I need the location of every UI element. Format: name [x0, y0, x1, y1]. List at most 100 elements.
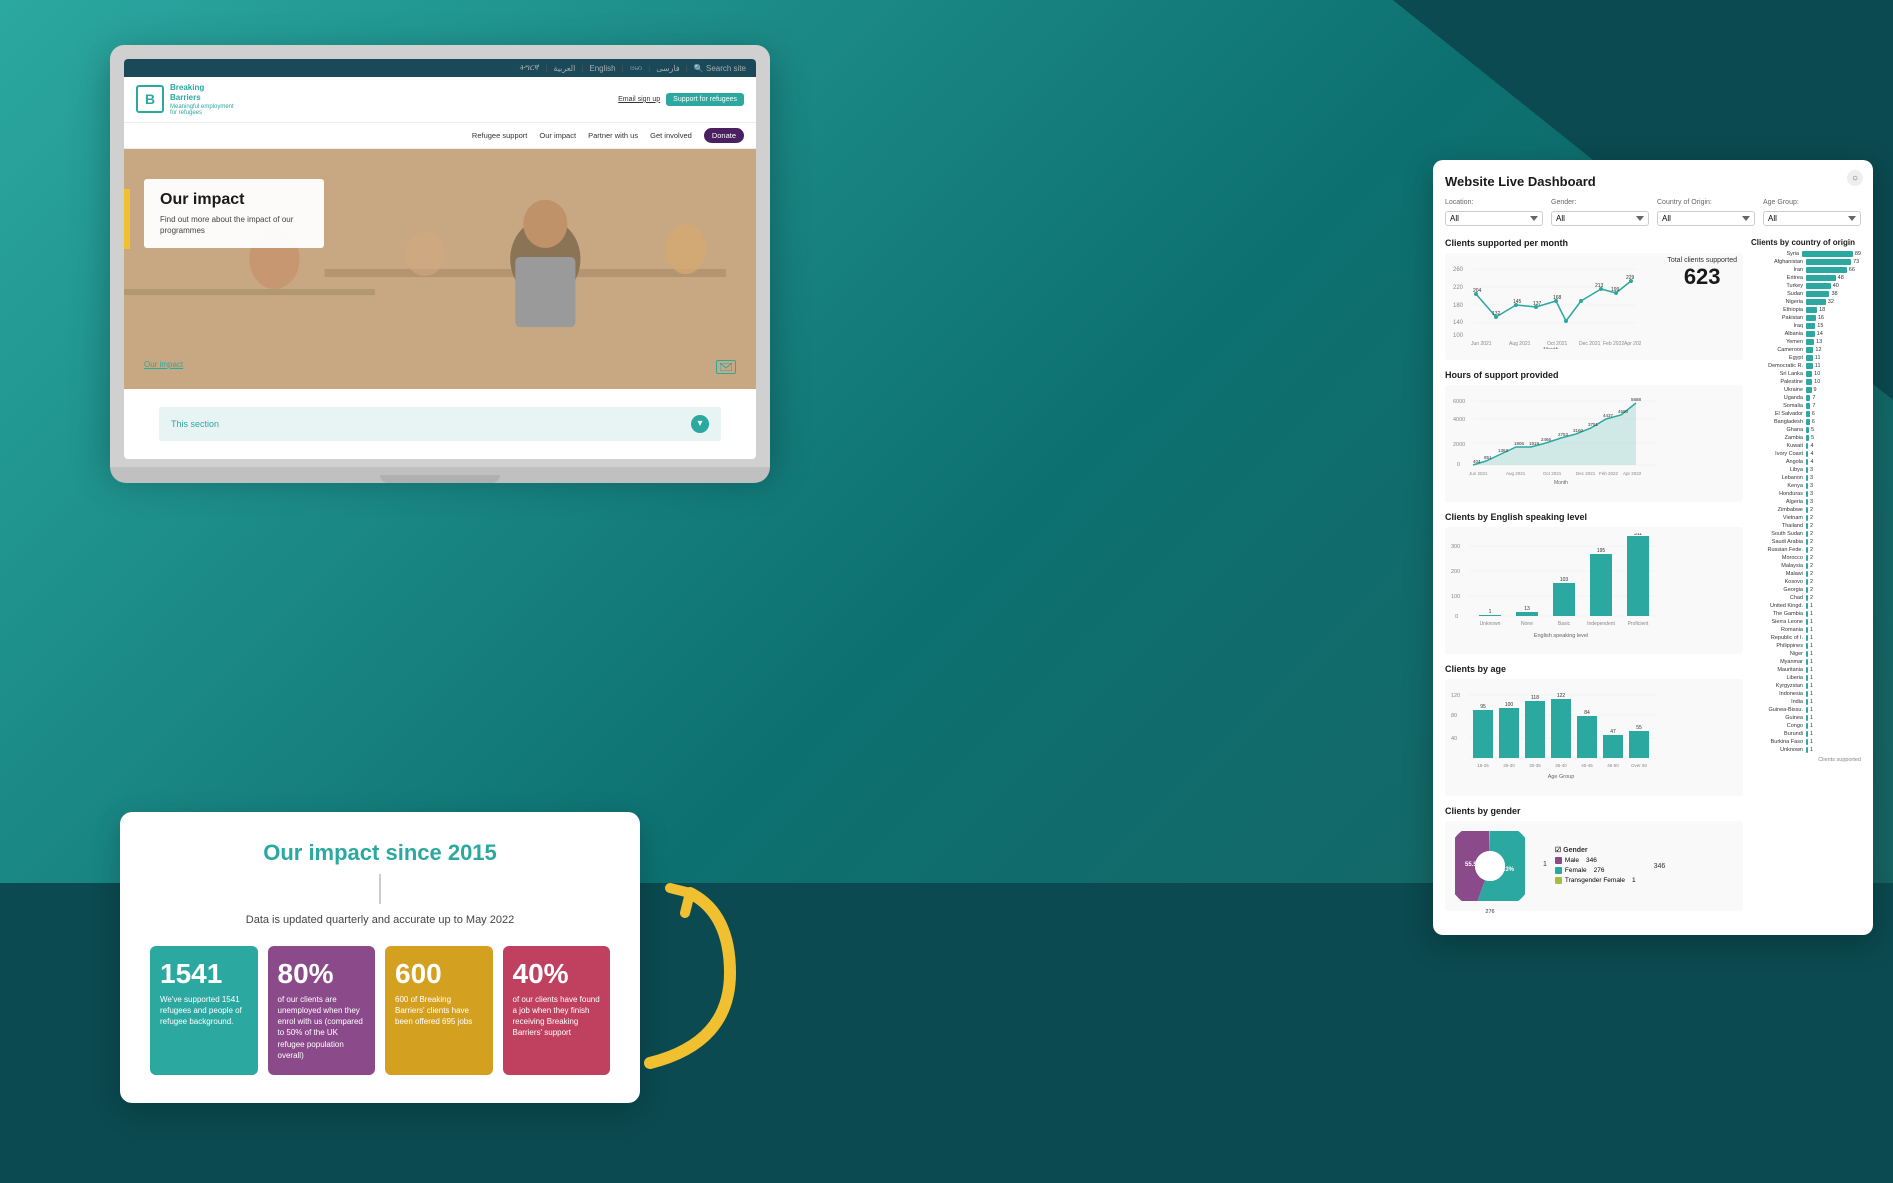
- lang-burmese[interactable]: ဗမာ: [630, 62, 642, 74]
- legend-female: Female 276: [1555, 867, 1636, 874]
- svg-text:Apr 2022: Apr 2022: [1624, 341, 1641, 347]
- svg-text:137: 137: [1533, 301, 1542, 307]
- nav-get-involved[interactable]: Get involved: [650, 131, 692, 140]
- svg-text:Dec 2021: Dec 2021: [1576, 471, 1596, 476]
- country-name: Palestine: [1751, 379, 1806, 385]
- country-value: 18: [1819, 307, 1825, 313]
- support-button[interactable]: Support for refugees: [666, 93, 744, 106]
- country-name: Kosovo: [1751, 579, 1806, 585]
- gender-legend: ☑ Gender Male 346 Female 276: [1555, 846, 1636, 887]
- country-bar-row: Iran 66: [1751, 267, 1861, 273]
- language-bar: ትግርኛ | العربية | English | ဗမာ | فارسی |…: [124, 59, 756, 77]
- country-name: Lebanon: [1751, 475, 1806, 481]
- charts-column: Clients supported per month Total client…: [1445, 238, 1743, 921]
- gender-pie-svg: 55.5% 44.3%: [1455, 831, 1525, 901]
- stat-box-40: 40% of our clients have found a job when…: [503, 946, 611, 1075]
- country-value: 1: [1810, 643, 1813, 649]
- country-bar: [1806, 267, 1847, 273]
- country-bar-row: Sri Lanka 10: [1751, 371, 1861, 377]
- legend-value-trans: 1: [1632, 877, 1636, 884]
- stat-number-80: 80%: [278, 960, 366, 988]
- svg-text:English speaking level: English speaking level: [1534, 633, 1588, 639]
- section-dropdown[interactable]: This section ▾: [159, 407, 721, 441]
- nav-our-impact[interactable]: Our impact: [539, 131, 576, 140]
- close-button[interactable]: ○: [1847, 170, 1863, 186]
- svg-text:404: 404: [1473, 459, 1481, 464]
- country-bar-row: Angola 4: [1751, 459, 1861, 465]
- country-name: Russian Fede.: [1751, 547, 1806, 553]
- nav-refugee-support[interactable]: Refugee support: [472, 131, 527, 140]
- impact-card: Our impact since 2015 Data is updated qu…: [120, 812, 640, 1103]
- stat-box-600: 600 600 of Breaking Barriers' clients ha…: [385, 946, 493, 1075]
- country-name: Georgia: [1751, 587, 1806, 593]
- country-value: 7: [1812, 395, 1815, 401]
- country-name: Cameroon: [1751, 347, 1806, 353]
- country-name: Bangladesh: [1751, 419, 1806, 425]
- donate-button[interactable]: Donate: [704, 128, 744, 143]
- hero-section: Our impact Find out more about the impac…: [124, 149, 756, 389]
- country-bar-row: Syria 89: [1751, 251, 1861, 257]
- svg-text:2000: 2000: [1453, 442, 1465, 448]
- english-level-section: Clients by English speaking level 300 20…: [1445, 512, 1743, 654]
- country-name: Guinea: [1751, 715, 1806, 721]
- country-bar: [1806, 515, 1808, 521]
- country-bar: [1806, 691, 1808, 697]
- filter-location: Location: All: [1445, 199, 1543, 226]
- lang-farsi[interactable]: فارسی: [656, 64, 680, 73]
- filter-location-select[interactable]: All: [1445, 211, 1543, 226]
- country-value: 9: [1814, 387, 1817, 393]
- country-name: Saudi Arabia: [1751, 539, 1806, 545]
- email-signup-link[interactable]: Email sign up: [618, 96, 660, 103]
- age-svg: 120 80 40 95 100 118: [1451, 685, 1661, 785]
- svg-text:3751: 3751: [1588, 422, 1599, 427]
- country-bar: [1806, 547, 1808, 553]
- legend-label-female: Female: [1565, 867, 1587, 874]
- country-bar: [1806, 579, 1808, 585]
- search-site-link[interactable]: 🔍 Search site: [694, 64, 746, 73]
- nav-partner[interactable]: Partner with us: [588, 131, 638, 140]
- country-name: Eritrea: [1751, 275, 1806, 281]
- lang-tigrinya[interactable]: ትግርኛ: [520, 63, 540, 73]
- svg-text:95: 95: [1480, 704, 1486, 710]
- svg-text:Aug 2021: Aug 2021: [1506, 471, 1526, 476]
- gender-unknown-label: 1: [1543, 861, 1547, 868]
- age-chart: 120 80 40 95 100 118: [1445, 679, 1743, 796]
- filter-age-select[interactable]: All: [1763, 211, 1861, 226]
- country-bar-row: Malaysia 2: [1751, 563, 1861, 569]
- lang-english[interactable]: English: [589, 64, 615, 73]
- svg-text:Aug 2021: Aug 2021: [1509, 341, 1531, 347]
- country-bar-row: Thailand 2: [1751, 523, 1861, 529]
- laptop-base: [110, 467, 770, 483]
- filter-country-select[interactable]: All: [1657, 211, 1755, 226]
- gender-section: Clients by gender: [1445, 806, 1743, 911]
- gender-legend-title: ☑ Gender: [1555, 846, 1636, 854]
- country-name: Liberia: [1751, 675, 1806, 681]
- country-value: 1: [1810, 707, 1813, 713]
- main-nav: B BreakingBarriers Meaningful employment…: [124, 77, 756, 123]
- country-value: 1: [1810, 739, 1813, 745]
- country-name: Turkey: [1751, 283, 1806, 289]
- country-value: 1: [1810, 627, 1813, 633]
- filter-gender-select[interactable]: All: [1551, 211, 1649, 226]
- country-bar: [1806, 619, 1808, 625]
- lang-arabic[interactable]: العربية: [553, 64, 575, 73]
- country-bar-row: Kosovo 2: [1751, 579, 1861, 585]
- clients-per-month-title: Clients supported per month: [1445, 238, 1743, 248]
- email-icon[interactable]: [716, 360, 736, 374]
- legend-value-male: 346: [1586, 857, 1597, 864]
- svg-text:100: 100: [1505, 702, 1514, 708]
- nav-actions: Email sign up Support for refugees: [618, 93, 744, 106]
- country-bar: [1806, 299, 1826, 305]
- gender-title: Clients by gender: [1445, 806, 1743, 816]
- country-bar: [1806, 307, 1817, 313]
- country-value: 4: [1810, 459, 1813, 465]
- country-bar-row: Russian Fede. 2: [1751, 547, 1861, 553]
- stat-number-600: 600: [395, 960, 483, 988]
- filter-age-label: Age Group:: [1763, 199, 1861, 206]
- stat-box-80: 80% of our clients are unemployed when t…: [268, 946, 376, 1075]
- country-bar-row: El Salvador 6: [1751, 411, 1861, 417]
- country-bar: [1806, 379, 1812, 385]
- country-bar: [1806, 427, 1809, 433]
- hero-our-impact-link[interactable]: Our impact: [144, 360, 183, 369]
- country-value: 6: [1812, 419, 1815, 425]
